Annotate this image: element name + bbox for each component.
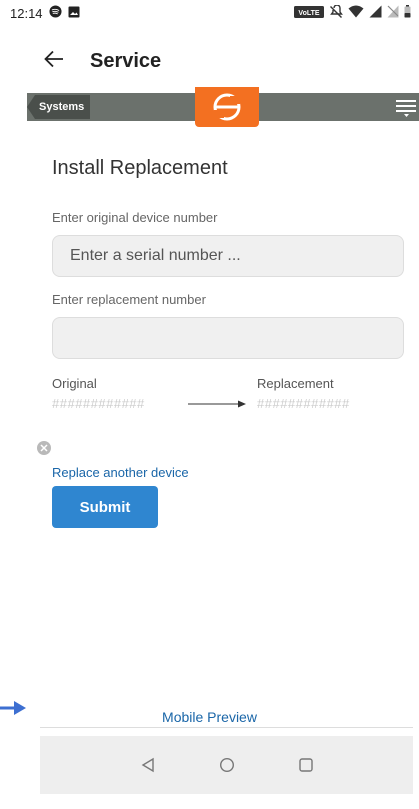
replacement-caption: Replacement (257, 376, 334, 391)
status-right: VoLTE (294, 3, 411, 22)
submit-button[interactable]: Submit (52, 486, 158, 528)
back-button[interactable] (44, 50, 84, 72)
replacement-form: Install Replacement Enter original devic… (52, 130, 404, 359)
battery-icon (404, 5, 411, 21)
enphase-logo-icon (213, 93, 241, 121)
volte-icon: VoLTE (294, 5, 324, 21)
mobile-preview-label: Mobile Preview (162, 709, 257, 725)
status-left: 12:14 (10, 5, 80, 21)
status-time: 12:14 (10, 5, 43, 21)
app-toolbar: Systems (27, 87, 419, 127)
app-bar: Service (0, 40, 419, 82)
nav-recents-icon (298, 758, 313, 772)
form-title: Install Replacement (52, 157, 228, 179)
spotify-icon (49, 5, 62, 21)
original-serial-value: ############ (52, 396, 145, 411)
status-bar: 12:14 VoLTE (0, 0, 419, 26)
arrow-right-icon (188, 400, 246, 408)
volte-text: VoLTE (298, 10, 319, 17)
systems-label: Systems (39, 101, 85, 113)
nav-recents-button[interactable] (294, 753, 318, 777)
replacement-label: Enter replacement number (52, 292, 206, 307)
menu-button[interactable] (395, 96, 417, 118)
systems-button[interactable]: Systems (27, 95, 91, 119)
footer-divider (40, 727, 413, 728)
enphase-logo (195, 87, 259, 127)
image-icon (68, 6, 80, 21)
arrow-left-icon (44, 50, 63, 68)
replacement-serial-value: ############ (257, 396, 350, 411)
nav-home-button[interactable] (215, 753, 239, 777)
original-caption: Original (52, 376, 97, 391)
page-title: Service (90, 49, 162, 72)
menu-icon (396, 100, 416, 117)
nav-back-button[interactable] (136, 753, 160, 777)
signal-icon (369, 5, 382, 21)
wifi-icon (348, 5, 364, 21)
replacement-serial-input[interactable] (52, 317, 404, 359)
replace-another-link[interactable]: Replace another device (52, 465, 189, 480)
original-serial-input[interactable] (52, 235, 404, 277)
original-label: Enter original device number (52, 210, 218, 225)
nav-back-icon (141, 757, 154, 773)
android-nav-bar (40, 736, 413, 794)
serial-comparison: Original ############ Replacement ######… (52, 376, 404, 416)
remove-device-icon[interactable] (37, 441, 51, 455)
nav-home-icon (219, 757, 234, 773)
no-signal-icon (387, 5, 399, 21)
mute-icon (329, 3, 343, 22)
